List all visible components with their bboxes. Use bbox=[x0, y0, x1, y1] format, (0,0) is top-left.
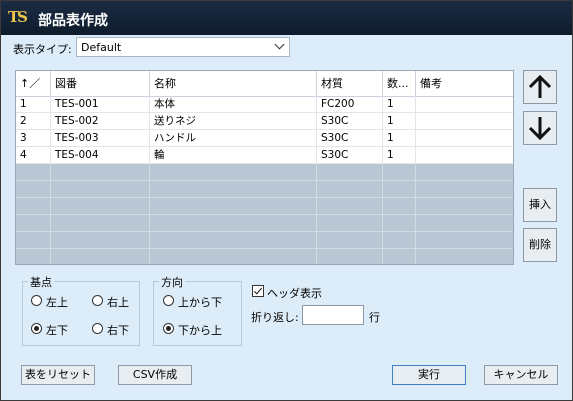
drawing-no-cell[interactable]: TES-001 bbox=[51, 96, 150, 113]
down-arrow-icon bbox=[528, 117, 552, 141]
radio-bottom-right[interactable] bbox=[92, 323, 103, 334]
display-type-value: Default bbox=[81, 41, 122, 54]
column-header-material[interactable]: 材質 bbox=[317, 71, 383, 96]
run-button-label: 実行 bbox=[418, 368, 440, 381]
name-cell[interactable]: ハンドル bbox=[150, 130, 317, 147]
quantity-cell[interactable]: 1 bbox=[383, 113, 416, 130]
header-display-checkbox[interactable] bbox=[252, 285, 264, 297]
display-type-select[interactable]: Default bbox=[76, 37, 290, 57]
up-arrow-icon bbox=[528, 74, 552, 98]
cancel-button-label: キャンセル bbox=[493, 368, 549, 381]
base-point-label: 基点 bbox=[28, 274, 54, 290]
radio-bottom-up[interactable] bbox=[163, 323, 174, 334]
radio-top-right[interactable] bbox=[92, 295, 103, 306]
column-header-remarks[interactable]: 備考 bbox=[416, 71, 513, 96]
insert-button[interactable]: 挿入 bbox=[523, 188, 557, 222]
reset-table-button[interactable]: 表をリセット bbox=[21, 365, 95, 385]
quantity-cell[interactable]: 1 bbox=[383, 130, 416, 147]
move-down-button[interactable] bbox=[523, 111, 557, 145]
table-row[interactable]: 2 TES-002 送りネジ S30C 1 bbox=[16, 113, 513, 130]
quantity-cell[interactable]: 1 bbox=[383, 96, 416, 113]
table-row[interactable]: 4 TES-004 輪 S30C 1 bbox=[16, 147, 513, 164]
material-cell[interactable]: FC200 bbox=[317, 96, 383, 113]
parts-table[interactable]: ↑／ 図番 名称 材質 数... 備考 1 TES-001 本体 FC200 1… bbox=[15, 70, 514, 265]
drawing-no-cell[interactable]: TES-003 bbox=[51, 130, 150, 147]
quantity-cell[interactable]: 1 bbox=[383, 147, 416, 164]
table-row[interactable]: 3 TES-003 ハンドル S30C 1 bbox=[16, 130, 513, 147]
material-cell[interactable]: S30C bbox=[317, 147, 383, 164]
column-header-sort[interactable]: ↑／ bbox=[16, 71, 51, 96]
move-up-button[interactable] bbox=[523, 70, 557, 104]
name-cell[interactable]: 本体 bbox=[150, 96, 317, 113]
dialog-window: TS 部品表作成 表示タイプ: Default ↑／ 図番 名称 材質 数...… bbox=[0, 0, 573, 401]
radio-top-left[interactable] bbox=[31, 295, 42, 306]
reset-table-button-label: 表をリセット bbox=[25, 368, 91, 381]
window-title: 部品表作成 bbox=[38, 13, 108, 29]
direction-label: 方向 bbox=[159, 274, 185, 290]
radio-top-left-label: 左上 bbox=[46, 296, 68, 309]
chevron-down-icon bbox=[274, 39, 285, 50]
drawing-no-cell[interactable]: TES-004 bbox=[51, 147, 150, 164]
remarks-cell[interactable] bbox=[416, 147, 513, 164]
radio-bottom-up-label: 下から上 bbox=[178, 324, 222, 337]
radio-bottom-right-label: 右下 bbox=[107, 324, 129, 337]
radio-top-down[interactable] bbox=[163, 295, 174, 306]
row-number: 3 bbox=[16, 130, 51, 147]
wrap-input[interactable] bbox=[302, 305, 364, 325]
csv-create-button-label: CSV作成 bbox=[132, 368, 178, 381]
title-bar[interactable]: TS 部品表作成 bbox=[1, 1, 572, 35]
name-cell[interactable]: 輪 bbox=[150, 147, 317, 164]
row-number: 1 bbox=[16, 96, 51, 113]
radio-bottom-left[interactable] bbox=[31, 323, 42, 334]
name-cell[interactable]: 送りネジ bbox=[150, 113, 317, 130]
radio-top-right-label: 右上 bbox=[107, 296, 129, 309]
radio-top-down-label: 上から下 bbox=[178, 296, 222, 309]
row-number: 4 bbox=[16, 147, 51, 164]
table-row[interactable]: 1 TES-001 本体 FC200 1 bbox=[16, 96, 513, 113]
row-number: 2 bbox=[16, 113, 51, 130]
table-header: ↑／ 図番 名称 材質 数... 備考 bbox=[16, 71, 513, 97]
column-header-quantity[interactable]: 数... bbox=[383, 71, 416, 96]
cancel-button[interactable]: キャンセル bbox=[484, 365, 558, 385]
remarks-cell[interactable] bbox=[416, 96, 513, 113]
insert-button-label: 挿入 bbox=[529, 198, 551, 211]
radio-bottom-left-label: 左下 bbox=[46, 324, 68, 337]
header-display-label: ヘッダ表示 bbox=[267, 287, 322, 300]
column-header-name[interactable]: 名称 bbox=[150, 71, 317, 96]
material-cell[interactable]: S30C bbox=[317, 113, 383, 130]
drawing-no-cell[interactable]: TES-002 bbox=[51, 113, 150, 130]
wrap-unit-label: 行 bbox=[369, 311, 380, 324]
wrap-label: 折り返し: bbox=[251, 311, 299, 324]
display-type-label: 表示タイプ: bbox=[13, 43, 72, 56]
remarks-cell[interactable] bbox=[416, 130, 513, 147]
run-button[interactable]: 実行 bbox=[392, 365, 466, 385]
delete-button[interactable]: 削除 bbox=[523, 228, 557, 262]
csv-create-button[interactable]: CSV作成 bbox=[118, 365, 192, 385]
delete-button-label: 削除 bbox=[529, 238, 551, 251]
empty-rows-area[interactable] bbox=[16, 164, 513, 264]
column-header-drawing-no[interactable]: 図番 bbox=[51, 71, 150, 96]
material-cell[interactable]: S30C bbox=[317, 130, 383, 147]
remarks-cell[interactable] bbox=[416, 113, 513, 130]
app-logo-icon: TS bbox=[8, 8, 28, 26]
